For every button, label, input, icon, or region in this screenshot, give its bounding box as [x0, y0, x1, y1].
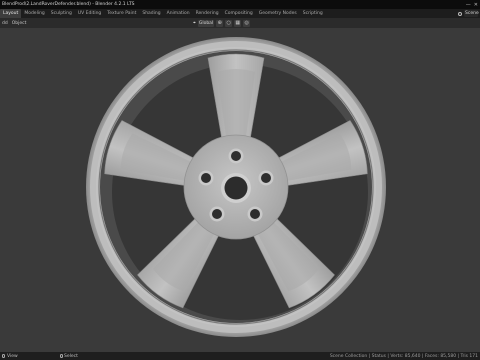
tab-scripting[interactable]: Scripting	[300, 9, 326, 18]
tab-texture-paint[interactable]: Texture Paint	[104, 9, 139, 18]
status-left-label: View	[7, 353, 18, 359]
status-bar: View Select Scene Collection | Status | …	[0, 352, 480, 360]
tab-animation[interactable]: Animation	[164, 9, 193, 18]
window-titlebar: BlendProd\2.LandRoverDefender.blend) - B…	[0, 0, 480, 9]
scene-stats: Scene Collection | Status | Verts: 85,64…	[329, 353, 478, 359]
transform-controls: ⌖ Global ⊕ ○ ▦ ◎	[193, 19, 251, 27]
tab-layout[interactable]: Layout	[0, 9, 22, 18]
mouse-middle-icon	[60, 354, 63, 358]
wheel-render	[86, 37, 386, 337]
minimize-icon[interactable]: —	[466, 2, 471, 8]
grid-icon: ▦	[235, 19, 241, 26]
scene-selector: Scene	[458, 9, 480, 18]
scene-field[interactable]: Scene	[464, 10, 479, 17]
mouse-icon	[2, 354, 5, 358]
status-left: View	[0, 354, 18, 359]
pivot-icon: ⊕	[217, 19, 222, 26]
status-mid: Select	[60, 354, 78, 359]
tab-sculpting[interactable]: Sculpting	[48, 9, 75, 18]
window-controls: — ✕	[466, 0, 478, 9]
proportional-button[interactable]: ◎	[243, 19, 251, 27]
tab-geometry-nodes[interactable]: Geometry Nodes	[256, 9, 300, 18]
orientation-icon: ⌖	[193, 19, 196, 26]
orientation-dropdown[interactable]: Global	[197, 19, 215, 27]
snap-target-button[interactable]: ▦	[234, 19, 242, 27]
snap-icon: ○	[226, 19, 231, 26]
scene-icon	[458, 11, 462, 16]
workspace-tabs-bar: Layout Modeling Sculpting UV Editing Tex…	[0, 9, 480, 18]
viewport-header: dd Object ⌖ Global ⊕ ○ ▦ ◎	[0, 18, 480, 28]
status-mid-label: Select	[64, 353, 78, 359]
3d-viewport[interactable]	[0, 28, 480, 352]
tab-rendering[interactable]: Rendering	[193, 9, 222, 18]
close-icon[interactable]: ✕	[474, 2, 478, 8]
tab-compositing[interactable]: Compositing	[222, 9, 256, 18]
tab-shading[interactable]: Shading	[139, 9, 163, 18]
menu-editor[interactable]: dd	[0, 21, 10, 26]
proportional-icon: ◎	[244, 19, 249, 26]
tab-modeling[interactable]: Modeling	[21, 9, 47, 18]
menu-object[interactable]: Object	[10, 21, 29, 26]
snap-button[interactable]: ○	[225, 19, 233, 27]
pivot-button[interactable]: ⊕	[216, 19, 224, 27]
tab-uv-editing[interactable]: UV Editing	[75, 9, 104, 18]
window-title: BlendProd\2.LandRoverDefender.blend) - B…	[2, 2, 135, 7]
